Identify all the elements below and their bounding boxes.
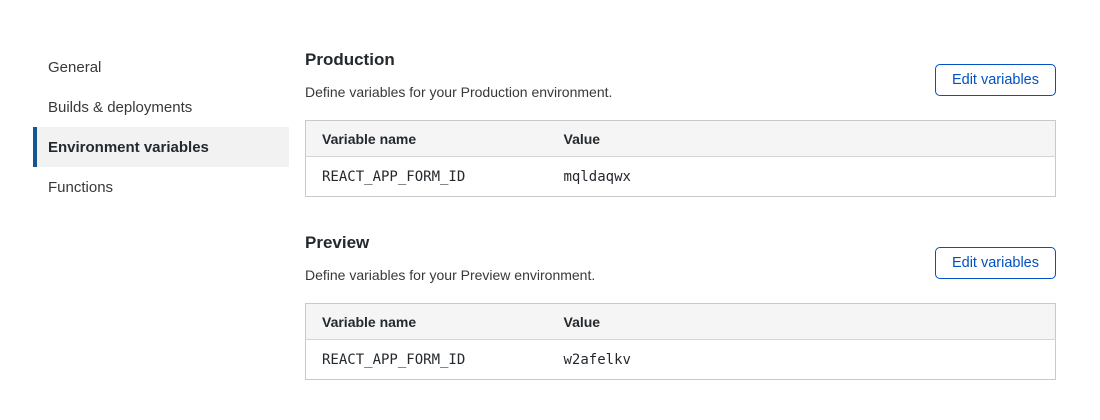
sidebar-item-label: Environment variables [48, 139, 209, 156]
sidebar-item-general[interactable]: General [33, 47, 289, 87]
preview-section-text: Preview Define variables for your Previe… [305, 233, 595, 283]
column-header-variable-name: Variable name [306, 121, 548, 157]
variable-name-cell: REACT_APP_FORM_ID [306, 340, 548, 380]
preview-section-header: Preview Define variables for your Previe… [305, 233, 1056, 283]
sidebar-item-builds-deployments[interactable]: Builds & deployments [33, 87, 289, 127]
production-section: Production Define variables for your Pro… [305, 50, 1056, 197]
sidebar-item-label: Builds & deployments [48, 99, 192, 116]
settings-sidebar: General Builds & deployments Environment… [0, 0, 289, 420]
preview-variables-table: Variable name Value REACT_APP_FORM_ID w2… [305, 303, 1056, 380]
variable-name-cell: REACT_APP_FORM_ID [306, 157, 548, 197]
table-header-row: Variable name Value [306, 304, 1056, 340]
section-description-production: Define variables for your Production env… [305, 84, 612, 100]
production-section-header: Production Define variables for your Pro… [305, 50, 1056, 100]
table-header-row: Variable name Value [306, 121, 1056, 157]
sidebar-item-label: Functions [48, 179, 113, 196]
column-header-value: Value [548, 121, 1056, 157]
column-header-value: Value [548, 304, 1056, 340]
section-title-preview: Preview [305, 233, 595, 253]
sidebar-item-environment-variables[interactable]: Environment variables [33, 127, 289, 167]
section-description-preview: Define variables for your Preview enviro… [305, 267, 595, 283]
table-row: REACT_APP_FORM_ID mqldaqwx [306, 157, 1056, 197]
production-section-text: Production Define variables for your Pro… [305, 50, 612, 100]
column-header-variable-name: Variable name [306, 304, 548, 340]
variable-value-cell: w2afelkv [548, 340, 1056, 380]
environment-variables-panel: Production Define variables for your Pro… [305, 0, 1056, 420]
edit-variables-button-preview[interactable]: Edit variables [935, 247, 1056, 279]
preview-section: Preview Define variables for your Previe… [305, 233, 1056, 380]
edit-variables-button-production[interactable]: Edit variables [935, 64, 1056, 96]
production-variables-table: Variable name Value REACT_APP_FORM_ID mq… [305, 120, 1056, 197]
section-title-production: Production [305, 50, 612, 70]
sidebar-item-label: General [48, 59, 101, 76]
table-row: REACT_APP_FORM_ID w2afelkv [306, 340, 1056, 380]
sidebar-item-functions[interactable]: Functions [33, 167, 289, 207]
variable-value-cell: mqldaqwx [548, 157, 1056, 197]
